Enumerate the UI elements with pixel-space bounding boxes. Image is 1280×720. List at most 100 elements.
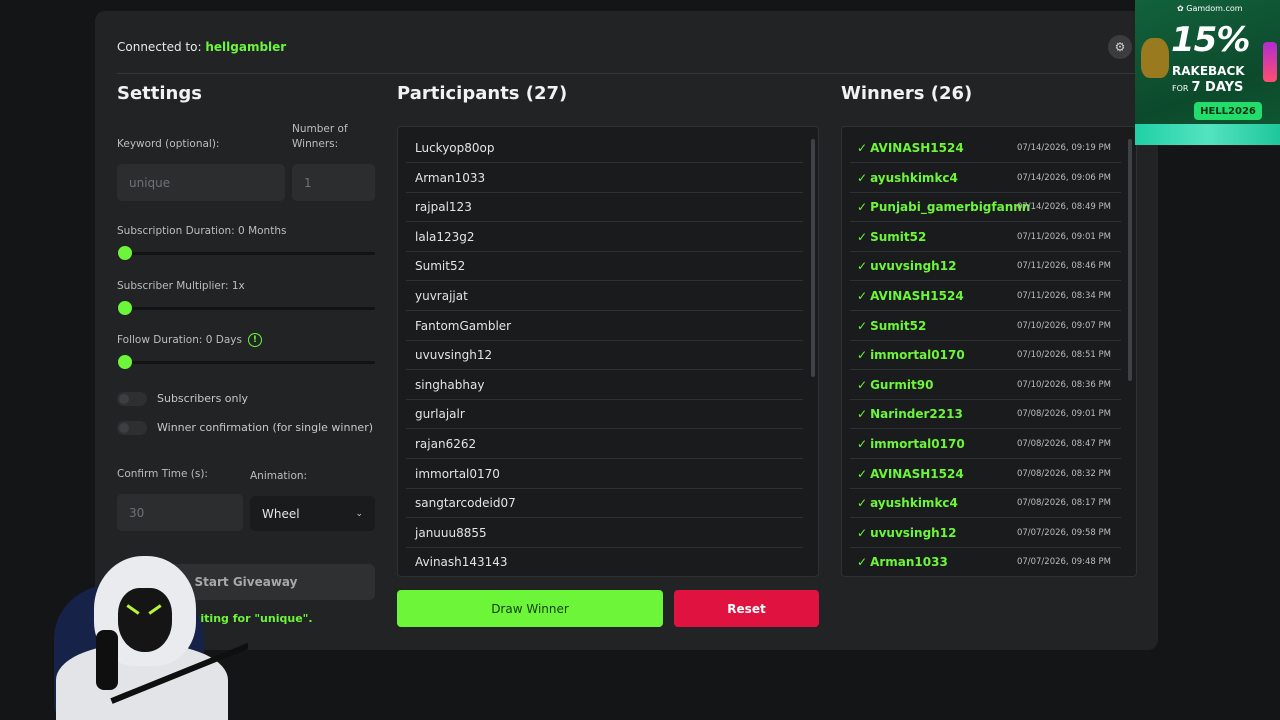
animation-select[interactable]: Wheel ⌄ bbox=[250, 496, 375, 531]
check-icon: ✓ bbox=[857, 525, 868, 540]
winner-timestamp: 07/08/2026, 08:32 PM bbox=[1016, 468, 1111, 479]
lion-mascot-icon bbox=[1141, 38, 1169, 78]
winner-name: ✓ uvuvsingh12 bbox=[857, 259, 956, 273]
winner-name: ✓ Sumit52 bbox=[857, 230, 926, 244]
ad-rakeback: RAKEBACK bbox=[1172, 64, 1245, 78]
subscription-duration-label: Subscription Duration: 0 Months bbox=[117, 225, 287, 237]
participant-row: FantomGambler bbox=[406, 312, 803, 341]
participant-row: Luckyop80op bbox=[406, 134, 803, 163]
participants-scrollbar[interactable] bbox=[811, 139, 815, 377]
ad-headline: 15% bbox=[1171, 20, 1250, 60]
follow-slider-thumb[interactable] bbox=[118, 355, 132, 369]
winner-timestamp: 07/07/2026, 09:58 PM bbox=[1016, 527, 1111, 538]
winners-count-input[interactable]: 1 bbox=[292, 164, 375, 201]
check-icon: ✓ bbox=[857, 141, 868, 155]
subscription-slider-thumb[interactable] bbox=[118, 246, 132, 260]
participant-row: yuvrajjat bbox=[406, 282, 803, 311]
participant-row: immortal0170 bbox=[406, 460, 803, 489]
winner-username: Gurmit90 bbox=[870, 377, 934, 392]
winner-row: ✓ uvuvsingh12 07/07/2026, 09:58 PM bbox=[850, 519, 1121, 548]
winner-name: ✓ ayushkimkc4 bbox=[857, 496, 958, 510]
winner-timestamp: 07/14/2026, 09:06 PM bbox=[1016, 172, 1111, 183]
winner-timestamp: 07/10/2026, 08:51 PM bbox=[1016, 350, 1111, 361]
winner-username: Sumit52 bbox=[870, 229, 927, 244]
subscribers-only-toggle[interactable] bbox=[117, 392, 147, 406]
participant-row: januuu8855 bbox=[406, 519, 803, 548]
winner-row: ✓ immortal0170 07/08/2026, 08:47 PM bbox=[850, 430, 1121, 459]
participant-row: lala123g2 bbox=[406, 223, 803, 252]
check-icon: ✓ bbox=[857, 437, 868, 451]
chevron-down-icon: ⌄ bbox=[355, 508, 363, 519]
winner-name: ✓ Punjabi_gamerbigfannn bbox=[857, 200, 1030, 214]
winner-username: uvuvsingh12 bbox=[870, 259, 957, 274]
check-icon: ✓ bbox=[857, 348, 868, 363]
participant-row: rajan6262 bbox=[406, 430, 803, 459]
winners-scrollbar[interactable] bbox=[1128, 139, 1132, 381]
check-icon: ✓ bbox=[857, 466, 868, 481]
winner-username: ayushkimkc4 bbox=[870, 170, 958, 185]
bottle-icon bbox=[1263, 42, 1277, 82]
subscriber-multiplier-slider[interactable] bbox=[117, 301, 375, 315]
confirm-time-label: Confirm Time (s): bbox=[117, 468, 208, 480]
subscriber-multiplier-label: Subscriber Multiplier: 1x bbox=[117, 280, 245, 292]
winner-username: Sumit52 bbox=[870, 318, 927, 333]
winner-row: ✓ immortal0170 07/10/2026, 08:51 PM bbox=[850, 341, 1121, 371]
check-icon: ✓ bbox=[857, 496, 868, 511]
follow-duration-label: Follow Duration: 0 Days! bbox=[117, 333, 262, 348]
winner-confirmation-label: Winner confirmation (for single winner) bbox=[157, 421, 374, 434]
ad-brand: ✿ Gamdom.com bbox=[1177, 4, 1243, 13]
streamer-mask bbox=[118, 588, 172, 652]
winner-name: ✓ AVINASH1524 bbox=[857, 289, 964, 303]
multiplier-slider-thumb[interactable] bbox=[118, 301, 132, 315]
winner-username: immortal0170 bbox=[870, 348, 965, 363]
winner-username: ayushkimkc4 bbox=[870, 496, 958, 511]
winner-timestamp: 07/07/2026, 09:48 PM bbox=[1016, 557, 1111, 568]
winner-timestamp: 07/14/2026, 08:49 PM bbox=[1016, 202, 1111, 213]
connection-status: Connected to: hellgambler bbox=[117, 40, 287, 54]
ad-duration: FOR 7 DAYS bbox=[1172, 80, 1244, 95]
check-icon: ✓ bbox=[857, 289, 868, 303]
ad-promo-code: HELL2026 bbox=[1194, 102, 1262, 120]
mask-eye-right bbox=[148, 604, 162, 615]
check-icon: ✓ bbox=[857, 170, 868, 185]
winner-name: ✓ uvuvsingh12 bbox=[857, 526, 956, 540]
streamer-webcam bbox=[36, 550, 248, 720]
winner-timestamp: 07/10/2026, 08:36 PM bbox=[1016, 379, 1111, 390]
info-icon[interactable]: ! bbox=[247, 333, 262, 347]
winner-timestamp: 07/11/2026, 09:01 PM bbox=[1016, 231, 1111, 242]
reset-button[interactable]: Reset bbox=[674, 590, 819, 627]
winner-timestamp: 07/08/2026, 08:47 PM bbox=[1016, 439, 1111, 449]
winner-username: AVINASH1524 bbox=[870, 289, 964, 303]
check-icon: ✓ bbox=[857, 200, 868, 215]
follow-duration-slider[interactable] bbox=[117, 355, 375, 369]
winner-name: ✓ AVINASH1524 bbox=[857, 141, 964, 155]
subscription-duration-slider[interactable] bbox=[117, 246, 375, 260]
winner-row: ✓ AVINASH1524 07/11/2026, 08:34 PM bbox=[850, 282, 1121, 311]
winner-row: ✓ uvuvsingh12 07/11/2026, 08:46 PM bbox=[850, 252, 1121, 282]
giveaway-panel: Connected to: hellgambler ⚙ Settings Key… bbox=[95, 11, 1158, 650]
check-icon: ✓ bbox=[857, 259, 868, 274]
winner-confirmation-toggle[interactable] bbox=[117, 421, 147, 435]
participant-row: Avinash143143 bbox=[406, 548, 803, 576]
draw-winner-button[interactable]: Draw Winner bbox=[397, 590, 663, 627]
participant-row: rajpal123 bbox=[406, 193, 803, 223]
winner-name: ✓ immortal0170 bbox=[857, 437, 965, 451]
winner-username: AVINASH1524 bbox=[870, 466, 964, 481]
winner-name: ✓ Sumit52 bbox=[857, 319, 926, 333]
winner-name: ✓ immortal0170 bbox=[857, 348, 965, 362]
winner-row: ✓ AVINASH1524 07/14/2026, 09:19 PM bbox=[850, 134, 1121, 163]
winner-username: AVINASH1524 bbox=[870, 141, 964, 155]
winner-timestamp: 07/11/2026, 08:34 PM bbox=[1016, 291, 1111, 301]
animation-label: Animation: bbox=[250, 470, 308, 482]
winner-row: ✓ Punjabi_gamerbigfannn 07/14/2026, 08:49 … bbox=[850, 193, 1121, 223]
participants-title: Participants (27) bbox=[397, 83, 568, 104]
keyword-input[interactable]: unique bbox=[117, 164, 285, 201]
participant-row: singhabhay bbox=[406, 371, 803, 400]
gamdom-ad-banner[interactable]: ✿ Gamdom.com 15% RAKEBACK FOR 7 DAYS HELL… bbox=[1135, 0, 1280, 145]
participant-row: Sumit52 bbox=[406, 252, 803, 282]
winner-username: Arman1033 bbox=[870, 555, 948, 570]
winners-list: ✓ AVINASH1524 07/14/2026, 09:19 PM ✓ ayushki… bbox=[841, 126, 1137, 577]
participant-row: uvuvsingh12 bbox=[406, 341, 803, 371]
confirm-time-input[interactable]: 30 bbox=[117, 494, 243, 531]
settings-gear-icon[interactable]: ⚙ bbox=[1108, 35, 1132, 59]
